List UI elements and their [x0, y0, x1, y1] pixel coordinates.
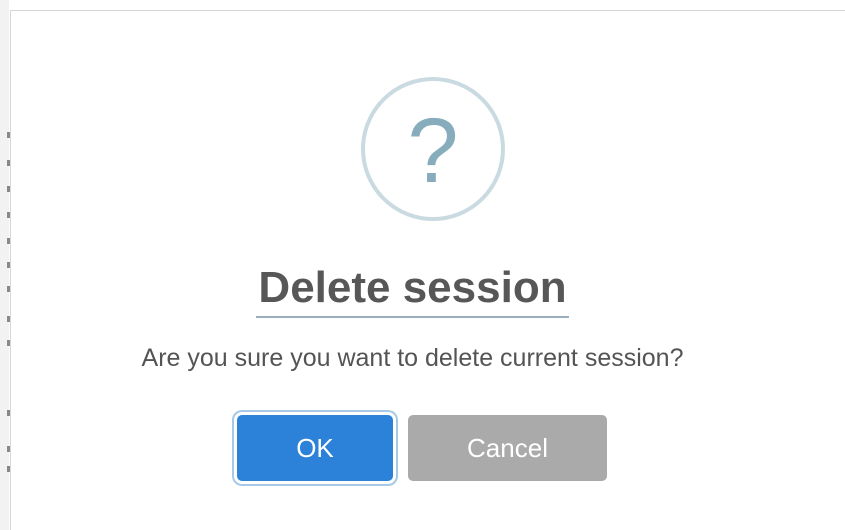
dialog-title-wrapper: Delete session: [0, 262, 835, 318]
dialog-title: Delete session: [256, 262, 569, 318]
question-icon: ?: [361, 77, 505, 221]
cancel-button[interactable]: Cancel: [408, 415, 607, 481]
dialog-message: Are you sure you want to delete current …: [141, 344, 684, 372]
page: ? Delete session Are you sure you want t…: [0, 0, 845, 530]
question-mark-glyph: ?: [407, 100, 459, 202]
ok-button[interactable]: OK: [237, 415, 393, 481]
